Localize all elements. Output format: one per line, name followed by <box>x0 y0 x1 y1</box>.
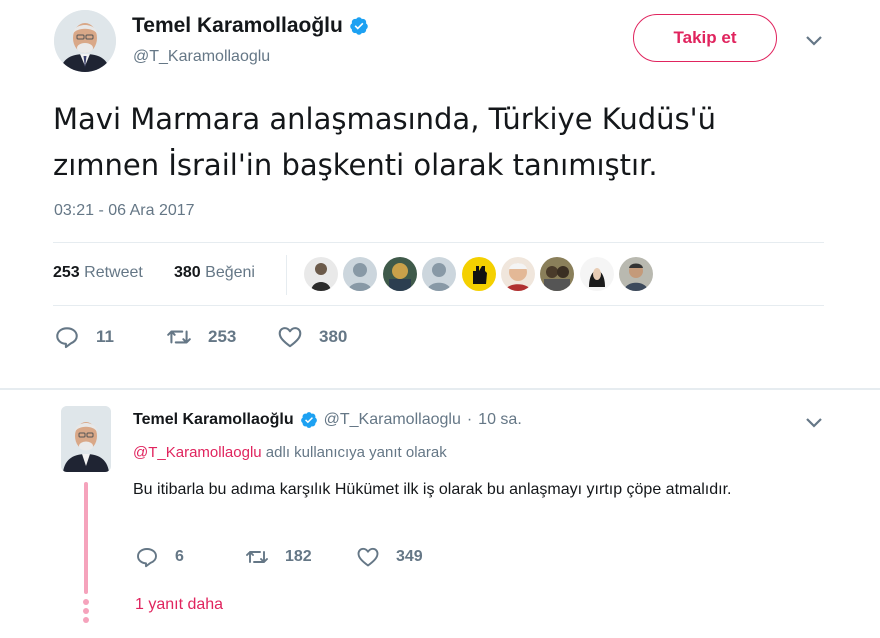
reply-tweet: Temel Karamollaoğlu @T_Karamollaoglu · 1… <box>0 390 880 638</box>
liker-avatar[interactable] <box>304 257 338 291</box>
reply-count: 6 <box>175 548 184 565</box>
like-count: 349 <box>396 548 423 565</box>
reply-context-mention[interactable]: @T_Karamollaoglu <box>133 444 262 461</box>
tweet-actions: 11 253 380 <box>54 324 454 354</box>
verified-badge-icon <box>300 411 318 429</box>
like-stat-label: Beğeni <box>205 264 255 281</box>
author-name-row: Temel Karamollaoğlu <box>132 14 369 38</box>
liker-avatar[interactable] <box>462 257 496 291</box>
retweet-stat-label: Retweet <box>84 264 143 281</box>
reply-author-avatar[interactable] <box>61 406 111 472</box>
liker-avatar[interactable] <box>619 257 653 291</box>
reply-action[interactable]: 11 <box>54 324 114 350</box>
meta-separator: · <box>466 411 473 428</box>
author-avatar[interactable] <box>54 10 116 72</box>
reply-header: Temel Karamollaoğlu @T_Karamollaoglu · 1… <box>133 411 522 429</box>
more-replies-link[interactable]: 1 yanıt daha <box>135 596 223 614</box>
retweet-action[interactable]: 182 <box>245 545 312 569</box>
author-handle[interactable]: @T_Karamollaoglu <box>133 48 270 66</box>
thread-dot <box>83 599 89 605</box>
retweet-action[interactable]: 253 <box>166 324 236 350</box>
reply-actions: 6 182 349 <box>133 545 533 573</box>
reply-action[interactable]: 6 <box>135 545 184 569</box>
tweet-text-line: Mavi Marmara anlaşmasında, Türkiye Kudüs… <box>53 102 716 136</box>
reply-context: @T_Karamollaoglu adlı kullanıcıya yanıt … <box>133 444 447 461</box>
reply-author-name[interactable]: Temel Karamollaoğlu <box>133 411 294 429</box>
reply-author-handle[interactable]: @T_Karamollaoglu <box>324 411 461 429</box>
like-action[interactable]: 349 <box>356 545 423 569</box>
liker-avatar[interactable] <box>422 257 456 291</box>
tweet-stats-bar: 253 Retweet 380 Beğeni <box>53 242 824 306</box>
liker-avatar[interactable] <box>540 257 574 291</box>
heart-icon <box>278 327 302 348</box>
thread-dot <box>83 608 89 614</box>
stats-divider <box>286 255 287 295</box>
retweet-icon <box>167 330 191 344</box>
retweet-stat[interactable]: 253 Retweet <box>53 264 143 282</box>
retweet-stat-count: 253 <box>53 264 80 281</box>
thread-dot <box>83 617 89 623</box>
retweet-count: 253 <box>208 327 237 346</box>
thread-line <box>84 482 88 594</box>
reply-icon <box>137 548 157 568</box>
like-stat-count: 380 <box>174 264 201 281</box>
liker-avatar[interactable] <box>501 257 535 291</box>
retweet-icon <box>246 551 268 563</box>
like-count: 380 <box>319 327 348 346</box>
like-action[interactable]: 380 <box>277 324 347 350</box>
reply-context-text: adlı kullanıcıya yanıt olarak <box>265 444 447 461</box>
follow-button[interactable]: Takip et <box>633 14 777 62</box>
retweet-count: 182 <box>285 548 312 565</box>
main-tweet: Temel Karamollaoğlu @T_Karamollaoglu Tak… <box>0 0 880 380</box>
liker-avatar[interactable] <box>343 257 377 291</box>
reply-time[interactable]: 10 sa. <box>478 411 522 429</box>
reply-icon <box>56 327 78 349</box>
verified-badge-icon <box>349 16 369 36</box>
reply-text: Bu itibarla bu adıma karşılık Hükümet il… <box>133 481 732 498</box>
liker-avatar[interactable] <box>383 257 417 291</box>
tweet-timestamp[interactable]: 03:21 - 06 Ara 2017 <box>54 202 195 220</box>
chevron-down-icon[interactable] <box>805 417 823 429</box>
chevron-down-icon[interactable] <box>805 35 823 47</box>
heart-icon <box>357 547 379 567</box>
reply-count: 11 <box>96 327 114 346</box>
like-stat[interactable]: 380 Beğeni <box>174 264 255 282</box>
author-display-name[interactable]: Temel Karamollaoğlu <box>132 14 343 38</box>
tweet-text-line: zımnen İsrail'in başkenti olarak tanımış… <box>53 148 658 182</box>
liker-avatar[interactable] <box>580 257 614 291</box>
tweet-text: Mavi Marmara anlaşmasında, Türkiye Kudüs… <box>53 96 843 188</box>
